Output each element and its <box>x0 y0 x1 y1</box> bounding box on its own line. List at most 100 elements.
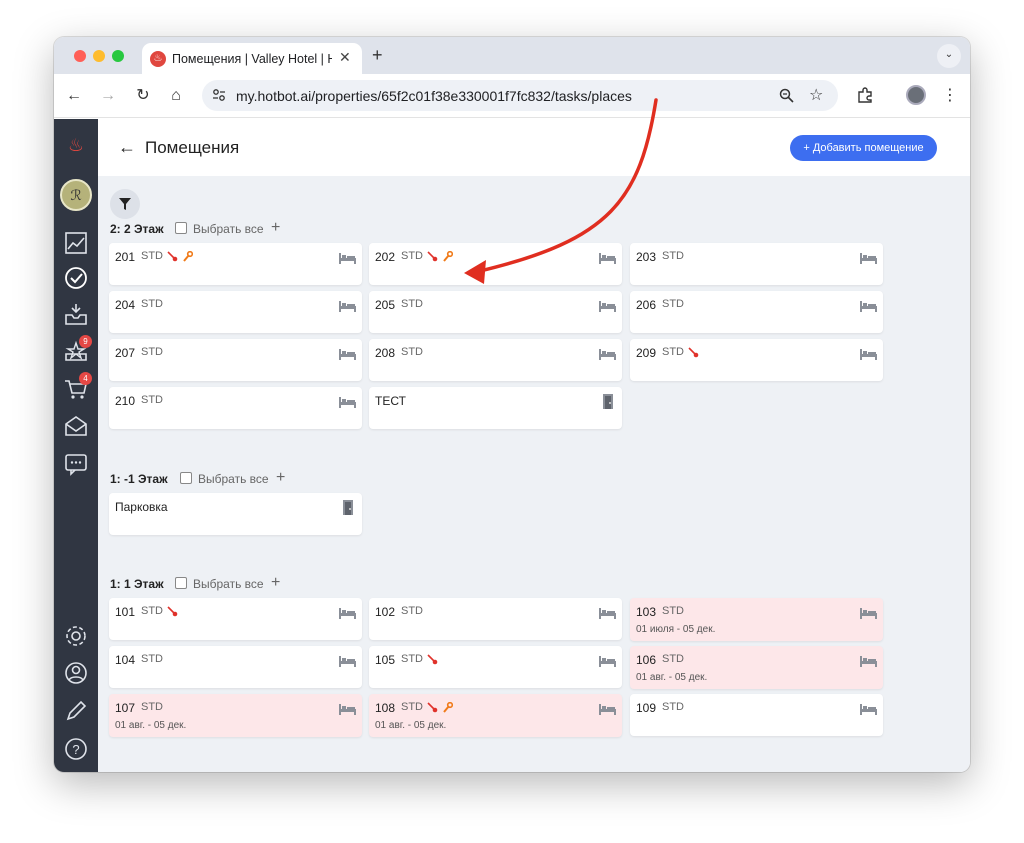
tasks-check-icon[interactable] <box>62 264 90 292</box>
floor-header: 2: 2 Этаж Выбрать все + <box>110 219 410 239</box>
help-question-icon[interactable]: ? <box>62 735 90 763</box>
zoom-window-button[interactable] <box>112 50 124 62</box>
hotbot-logo-icon[interactable]: ♨ <box>62 131 90 159</box>
booking-dates: 01 июля - 05 дек. <box>636 624 716 635</box>
inbox-icon[interactable] <box>62 301 90 329</box>
browser-menu-icon[interactable]: ⋮ <box>938 84 962 108</box>
room-number: 202 <box>375 250 396 264</box>
new-tab-button[interactable]: + <box>372 45 383 66</box>
browser-toolbar: ← → ↻ ⌂ my.hotbot.ai/properties/65f2c01f… <box>54 74 970 118</box>
bed-icon <box>339 656 356 667</box>
app-sidebar: ♨ ℛ 9 4 ? <box>54 119 98 772</box>
room-number: 109 <box>636 701 657 715</box>
room-card[interactable]: 106 STD 01 авг. - 05 дек. <box>630 646 883 689</box>
extensions-puzzle-icon[interactable] <box>857 87 873 103</box>
room-card[interactable]: 205 STD <box>369 291 622 333</box>
site-settings-icon[interactable] <box>212 88 226 102</box>
bed-icon <box>339 301 356 312</box>
room-number: ТЕСТ <box>375 394 406 408</box>
room-number: 204 <box>115 298 136 312</box>
room-card[interactable]: 104 STD <box>109 646 362 688</box>
room-type: STD <box>401 346 423 358</box>
room-type: STD <box>662 298 684 310</box>
room-card[interactable]: 204 STD <box>109 291 362 333</box>
room-type: STD <box>141 346 163 358</box>
room-card[interactable]: 207 STD <box>109 339 362 381</box>
room-type: STD <box>662 653 684 665</box>
floor-name: 1: -1 Этаж <box>110 472 168 486</box>
property-avatar[interactable]: ℛ <box>60 179 92 211</box>
room-card[interactable]: ТЕСТ <box>369 387 622 429</box>
select-all-checkbox[interactable] <box>175 577 187 589</box>
room-card[interactable]: 201 STD <box>109 243 362 285</box>
analytics-chart-icon[interactable] <box>62 229 90 257</box>
select-all-checkbox[interactable] <box>175 222 187 234</box>
add-room-plus-icon[interactable]: + <box>271 574 280 592</box>
cleaning-broom-icon <box>688 347 699 358</box>
tab-close-icon[interactable]: ✕ <box>339 49 351 66</box>
select-all-label[interactable]: Выбрать все <box>193 577 264 591</box>
floor-header: 1: 1 Этаж Выбрать все + <box>110 574 410 594</box>
room-card[interactable]: 209 STD <box>630 339 883 381</box>
zoom-icon[interactable] <box>779 88 794 103</box>
room-type: STD <box>141 701 163 713</box>
back-arrow-icon[interactable]: ← <box>118 137 136 158</box>
close-window-button[interactable] <box>74 50 86 62</box>
hotbot-favicon-icon: ♨ <box>150 51 166 67</box>
room-card[interactable]: 107 STD 01 авг. - 05 дек. <box>109 694 362 737</box>
add-room-plus-icon[interactable]: + <box>276 469 285 487</box>
room-card[interactable]: 105 STD <box>369 646 622 688</box>
select-all-checkbox[interactable] <box>180 472 192 484</box>
address-bar[interactable]: my.hotbot.ai/properties/65f2c01f38e33000… <box>202 80 838 111</box>
bed-icon <box>860 301 877 312</box>
room-card[interactable]: 210 STD <box>109 387 362 429</box>
browser-tab[interactable]: ♨ Помещения | Valley Hotel | HotBot ✕ <box>142 43 362 74</box>
favorites-badge: 9 <box>79 335 92 348</box>
room-card[interactable]: 102 STD <box>369 598 622 640</box>
settings-gear-icon[interactable] <box>62 622 90 650</box>
room-type: STD <box>662 346 684 358</box>
profile-avatar[interactable] <box>906 85 926 105</box>
room-type: STD <box>662 701 684 713</box>
filter-funnel-icon <box>119 198 131 210</box>
bed-icon <box>339 253 356 264</box>
room-card[interactable]: 208 STD <box>369 339 622 381</box>
room-number: 203 <box>636 250 657 264</box>
room-card[interactable]: 103 STD 01 июля - 05 дек. <box>630 598 883 641</box>
reload-icon[interactable]: ↻ <box>131 84 155 108</box>
select-all-label[interactable]: Выбрать все <box>193 222 264 236</box>
user-profile-icon[interactable] <box>62 659 90 687</box>
bookmark-star-icon[interactable]: ☆ <box>809 85 823 105</box>
cleaning-broom-icon <box>427 251 438 262</box>
bed-icon <box>339 704 356 715</box>
bed-icon <box>860 704 877 715</box>
room-card[interactable]: Парковка <box>109 493 362 535</box>
home-icon[interactable]: ⌂ <box>164 84 188 108</box>
room-type: STD <box>401 653 423 665</box>
room-card[interactable]: 108 STD 01 авг. - 05 дек. <box>369 694 622 737</box>
add-room-button[interactable]: + Добавить помещение <box>790 135 937 161</box>
select-all-label[interactable]: Выбрать все <box>198 472 269 486</box>
room-card[interactable]: 206 STD <box>630 291 883 333</box>
room-card[interactable]: 203 STD <box>630 243 883 285</box>
back-arrow-icon[interactable]: ← <box>62 84 86 108</box>
add-room-plus-icon[interactable]: + <box>271 219 280 237</box>
room-number: 101 <box>115 605 136 619</box>
outbox-envelope-icon[interactable] <box>62 412 90 440</box>
chat-bubble-icon[interactable] <box>62 450 90 478</box>
room-number: 201 <box>115 250 136 264</box>
room-card[interactable]: 109 STD <box>630 694 883 736</box>
cleaning-broom-icon <box>167 606 178 617</box>
forward-arrow-icon[interactable]: → <box>96 84 120 108</box>
repair-wrench-icon <box>443 251 453 262</box>
filter-button[interactable] <box>110 189 140 219</box>
svg-text:?: ? <box>72 742 79 757</box>
tab-search-chevron-icon[interactable]: ⌄ <box>937 44 961 68</box>
room-number: 207 <box>115 346 136 360</box>
minimize-window-button[interactable] <box>93 50 105 62</box>
room-type: STD <box>401 605 423 617</box>
edit-pencil-icon[interactable] <box>62 697 90 725</box>
browser-window: ♨ Помещения | Valley Hotel | HotBot ✕ + … <box>54 37 970 772</box>
room-card[interactable]: 101 STD <box>109 598 362 640</box>
room-card[interactable]: 202 STD <box>369 243 622 285</box>
